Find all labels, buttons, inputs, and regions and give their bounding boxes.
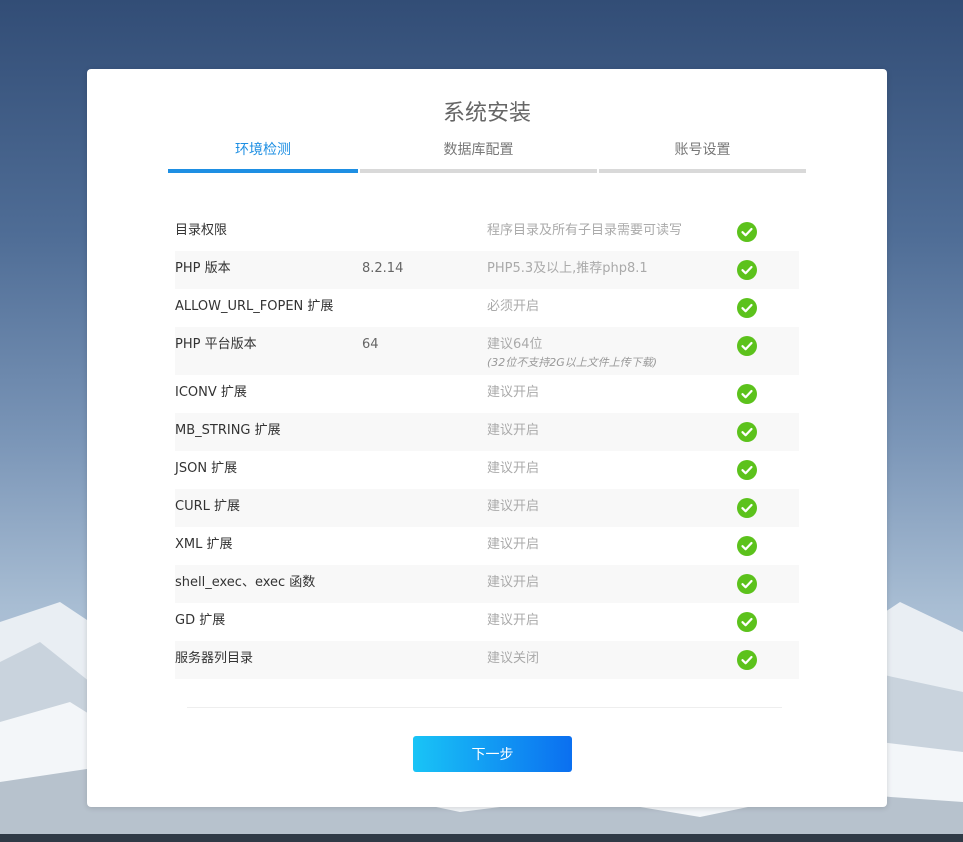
check-requirement: 建议开启 — [487, 499, 540, 514]
table-row: PHP 版本 8.2.14 PHP5.3及以上,推荐php8.1 — [175, 251, 799, 289]
check-circle-icon — [737, 536, 757, 556]
table-row: shell_exec、exec 函数 建议开启 — [175, 565, 799, 603]
check-requirement: 建议开启 — [487, 461, 540, 476]
table-row: ICONV 扩展 建议开启 — [175, 375, 799, 413]
check-requirement: 建议开启 — [487, 385, 540, 400]
tab-database-config[interactable]: 数据库配置 — [360, 139, 597, 173]
check-requirement: 建议开启 — [487, 423, 540, 438]
check-requirement: PHP5.3及以上,推荐php8.1 — [487, 261, 648, 276]
table-row: XML 扩展 建议开启 — [175, 527, 799, 565]
tab-label: 账号设置 — [674, 142, 731, 158]
check-circle-icon — [737, 384, 757, 404]
check-name: MB_STRING 扩展 — [175, 423, 281, 438]
tab-label: 数据库配置 — [443, 142, 514, 158]
check-circle-icon — [737, 498, 757, 518]
check-circle-icon — [737, 336, 757, 356]
check-circle-icon — [737, 422, 757, 442]
page-title: 系统安装 — [442, 101, 531, 126]
check-name: 服务器列目录 — [175, 651, 254, 666]
divider — [187, 707, 782, 708]
check-circle-icon — [737, 222, 757, 242]
table-row: MB_STRING 扩展 建议开启 — [175, 413, 799, 451]
table-row: JSON 扩展 建议开启 — [175, 451, 799, 489]
check-requirement: 建议开启 — [487, 575, 540, 590]
check-name: PHP 平台版本 — [175, 337, 257, 352]
table-row: PHP 平台版本 64 建议64位 (32位不支持2G以上文件上传下载) — [175, 327, 799, 375]
tab-environment-check[interactable]: 环境检测 — [168, 139, 358, 173]
table-row: CURL 扩展 建议开启 — [175, 489, 799, 527]
check-name: shell_exec、exec 函数 — [175, 575, 316, 590]
check-circle-icon — [737, 612, 757, 632]
table-row: 服务器列目录 建议关闭 — [175, 641, 799, 679]
tab-progress-bar — [360, 169, 597, 173]
tab-label: 环境检测 — [235, 142, 291, 158]
check-circle-icon — [737, 650, 757, 670]
tab-progress-bar — [168, 169, 358, 173]
bottom-strip — [0, 834, 963, 842]
tab-progress-bar — [599, 169, 806, 173]
check-name: 目录权限 — [175, 223, 228, 238]
check-requirement: 建议关闭 — [487, 651, 540, 666]
check-name: ALLOW_URL_FOPEN 扩展 — [175, 299, 334, 314]
check-value: 64 — [362, 337, 379, 352]
check-name: CURL 扩展 — [175, 499, 241, 514]
check-name: PHP 版本 — [175, 261, 231, 276]
check-circle-icon — [737, 460, 757, 480]
check-name: JSON 扩展 — [175, 461, 238, 476]
table-row: ALLOW_URL_FOPEN 扩展 必须开启 — [175, 289, 799, 327]
environment-check-table: 目录权限 程序目录及所有子目录需要可读写 PHP 版本 8.2.14 PHP5.… — [175, 213, 799, 679]
check-circle-icon — [737, 574, 757, 594]
check-value: 8.2.14 — [362, 261, 404, 276]
check-name: XML 扩展 — [175, 537, 233, 552]
check-requirement: 必须开启 — [487, 299, 540, 314]
step-tabs: 环境检测 数据库配置 账号设置 — [168, 139, 806, 173]
table-row: GD 扩展 建议开启 — [175, 603, 799, 641]
check-circle-icon — [737, 298, 757, 318]
next-step-button[interactable]: 下一步 — [413, 736, 572, 772]
check-requirement: 建议开启 — [487, 537, 540, 552]
check-requirement: 建议64位 — [487, 337, 543, 352]
install-card: 系统安装 环境检测 数据库配置 账号设置 目录权限 程序目录及所有子目录需要可读… — [87, 69, 887, 807]
check-requirement: 程序目录及所有子目录需要可读写 — [487, 223, 683, 238]
check-requirement: 建议开启 — [487, 613, 540, 628]
tab-account-settings[interactable]: 账号设置 — [599, 139, 806, 173]
check-name: ICONV 扩展 — [175, 385, 247, 400]
check-circle-icon — [737, 260, 757, 280]
check-note: (32位不支持2G以上文件上传下载) — [487, 356, 658, 369]
check-name: GD 扩展 — [175, 613, 226, 628]
table-row: 目录权限 程序目录及所有子目录需要可读写 — [175, 213, 799, 251]
